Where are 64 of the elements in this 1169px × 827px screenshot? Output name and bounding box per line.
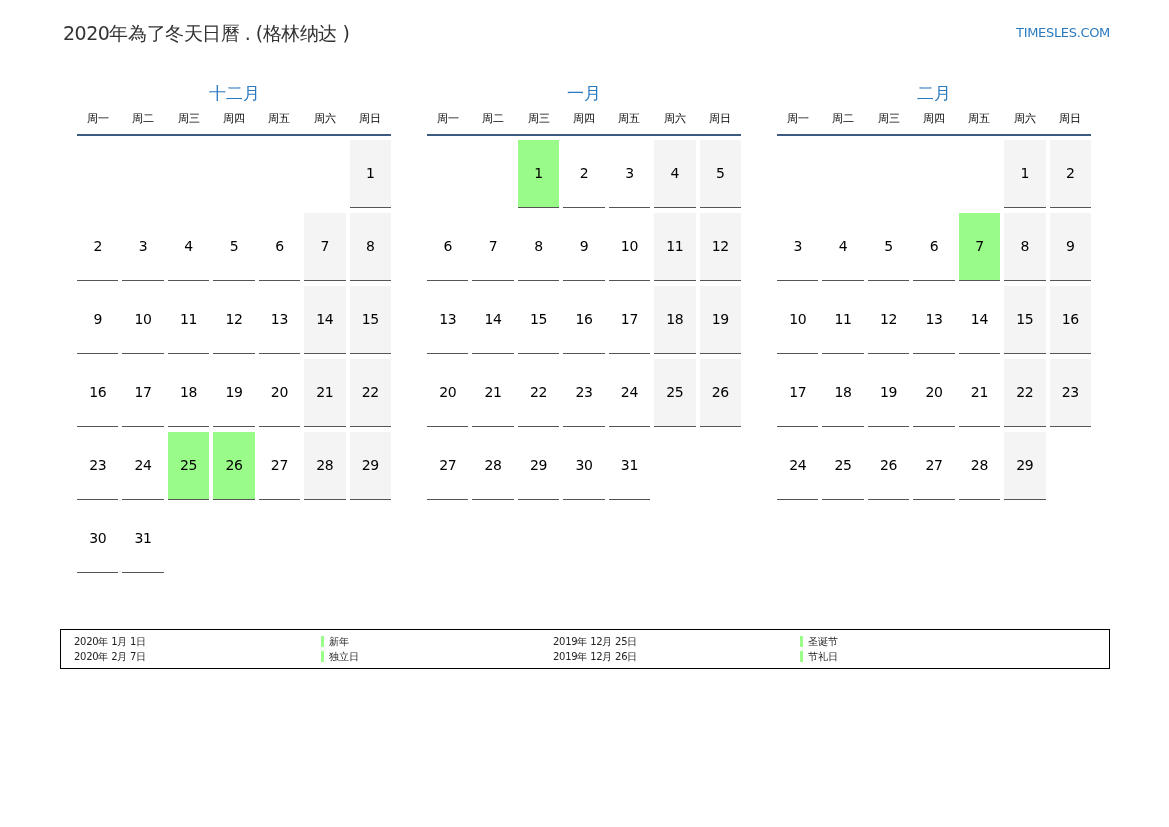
holiday-date: 2020年 1月 1日 [74, 635, 147, 649]
weekday-label: 周六 [1012, 111, 1037, 127]
day-cell: 8 [349, 212, 391, 281]
holiday-date: 2019年 12月 26日 [553, 650, 638, 664]
day-cell: 5 [699, 139, 741, 208]
day-cell: 14 [304, 285, 346, 354]
holiday-name: 独立日 [329, 650, 359, 664]
weekday-label: 周四 [922, 111, 946, 127]
weekday-label: 周日 [358, 111, 383, 127]
weekday-label: 周一 [785, 111, 810, 127]
day-cell: 28 [304, 431, 346, 500]
site-link[interactable]: TIMESLES.COM [1016, 23, 1110, 43]
weekday-label: 周二 [131, 111, 156, 127]
day-cell: 15 [349, 285, 391, 354]
day-cell: 26 [213, 431, 255, 500]
day-cell: 2 [1049, 139, 1091, 208]
day-cell: 25 [654, 358, 696, 427]
day-cell: 26 [699, 358, 741, 427]
weekday-label: 周六 [662, 111, 687, 127]
weekday-label: 周三 [526, 111, 551, 127]
day-cell: 23 [1049, 358, 1091, 427]
day-cell: 9 [1049, 212, 1091, 281]
holiday-date: 2019年 12月 25日 [553, 635, 638, 649]
weekday-label: 周日 [1058, 111, 1083, 127]
holiday-name: 节礼日 [808, 650, 838, 664]
day-cell: 11 [654, 212, 696, 281]
day-cell: 15 [1004, 285, 1046, 354]
weekday-label: 周五 [267, 111, 292, 127]
day-cell: 8 [1004, 212, 1046, 281]
weekday-label: 周一 [85, 111, 110, 127]
day-cell: 29 [1004, 431, 1046, 500]
day-cell: 4 [654, 139, 696, 208]
day-cell: 19 [699, 285, 741, 354]
weekday-label: 周一 [435, 111, 460, 127]
holiday-name: 圣诞节 [808, 635, 838, 649]
day-cell: 7 [304, 212, 346, 281]
day-cell: 12 [699, 212, 741, 281]
day-cell: 21 [304, 358, 346, 427]
day-cell: 22 [349, 358, 391, 427]
weekday-label: 周三 [176, 111, 201, 127]
day-cell: 22 [1004, 358, 1046, 427]
weekday-label: 周六 [312, 111, 337, 127]
month-title: 二月 [916, 82, 952, 104]
weekday-label: 周四 [572, 111, 596, 127]
day-cell: 16 [1049, 285, 1091, 354]
day-cell: 1 [517, 139, 560, 208]
day-cell: 18 [654, 285, 696, 354]
day-cell: 1 [1004, 139, 1046, 208]
month-title: 一月 [566, 82, 602, 104]
weekday-label: 周二 [831, 111, 856, 127]
month-title: 十二月 [207, 82, 261, 104]
weekday-label: 周五 [967, 111, 992, 127]
holiday-name: 新年 [329, 635, 349, 649]
weekday-label: 周二 [481, 111, 506, 127]
day-cell: 7 [958, 212, 1001, 281]
holiday-date: 2020年 2月 7日 [74, 650, 147, 664]
day-cell: 25 [167, 431, 210, 500]
weekday-label: 周日 [708, 111, 733, 127]
weekday-label: 周三 [876, 111, 901, 127]
weekday-label: 周五 [617, 111, 642, 127]
day-cell: 29 [349, 431, 391, 500]
day-cell: 1 [349, 139, 391, 208]
weekday-label: 周四 [222, 111, 246, 127]
calendar-title: 2020年為了冬天日曆 . (格林纳达 ) [63, 20, 350, 46]
